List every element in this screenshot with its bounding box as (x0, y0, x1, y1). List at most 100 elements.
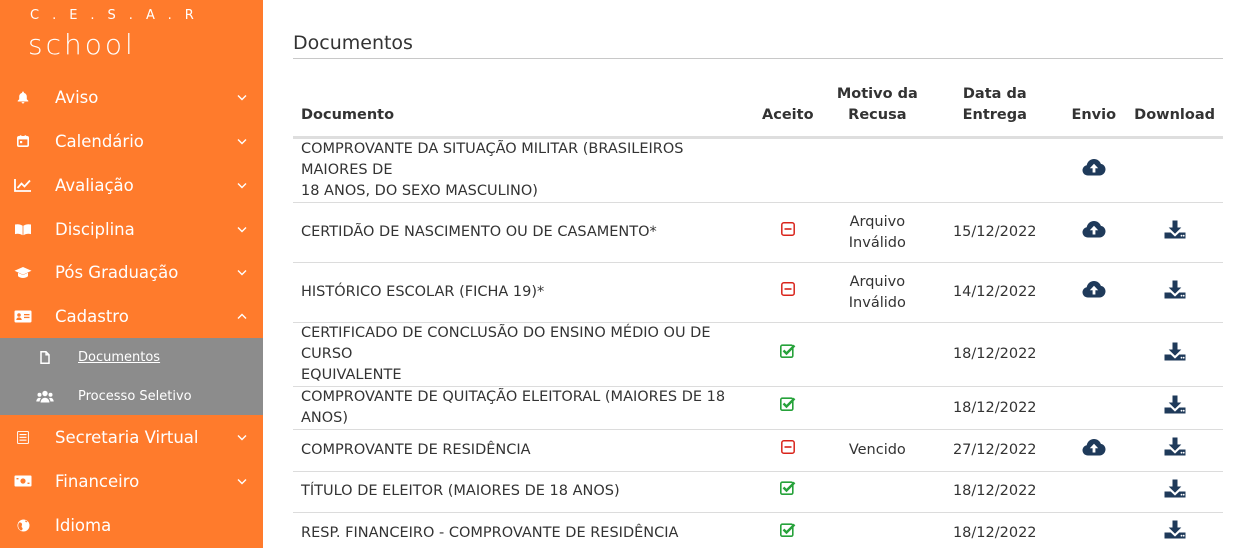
sidebar-item-avaliacao[interactable]: Avaliação (0, 163, 263, 207)
download-icon[interactable] (1164, 342, 1186, 368)
upload-cell (1061, 386, 1127, 430)
document-name-line2: 18 ANOS, DO SEXO MASCULINO) (301, 183, 538, 199)
title-divider (293, 58, 1223, 59)
chevron-down-icon (236, 135, 248, 147)
delivery-date: 14/12/2022 (952, 284, 1037, 300)
delivery-date: 18/12/2022 (952, 524, 1037, 541)
sidebar-item-label: Cadastro (55, 306, 129, 326)
document-name: CERTIDÃO DE NASCIMENTO OU DE CASAMENTO* (301, 224, 657, 240)
sidebar-item-calendario[interactable]: Calendário (0, 119, 263, 163)
sidebar-item-financeiro[interactable]: Financeiro (0, 459, 263, 503)
sidebar-item-label: Avaliação (55, 175, 134, 195)
chevron-down-icon (236, 431, 248, 443)
money-icon (14, 472, 32, 490)
globe-icon (14, 516, 32, 534)
sidebar-item-label: Disciplina (55, 219, 135, 239)
refusal-reason-cell (826, 512, 929, 548)
accepted-cell (749, 137, 827, 203)
refusal-reason: Arquivo (849, 273, 906, 290)
document-name: COMPROVANTE DE QUITAÇÃO ELEITORAL (MAIOR… (301, 389, 726, 426)
document-name: RESP. FINANCEIRO - COMPROVANTE DE RESIDÊ… (301, 524, 679, 541)
cloud-upload-icon[interactable] (1082, 438, 1106, 463)
refusal-reason-cell: Arquivo Inválido (826, 262, 929, 323)
upload-cell (1061, 202, 1127, 263)
sidebar-item-label: Financeiro (55, 471, 140, 491)
id-card-icon (14, 307, 32, 325)
delivery-date-cell: 15/12/2022 (928, 202, 1062, 263)
check-square-icon (779, 344, 796, 365)
document-name-cell: COMPROVANTE DE QUITAÇÃO ELEITORAL (MAIOR… (293, 386, 750, 430)
download-icon[interactable] (1164, 479, 1186, 505)
sidebar-item-cadastro[interactable]: Cadastro (0, 294, 263, 338)
book-open-icon (14, 220, 32, 238)
upload-cell (1061, 471, 1127, 513)
refusal-reason-cell (826, 137, 929, 203)
sidebar: C.E.S.A.R school Aviso Calendário Avalia… (0, 0, 263, 548)
logo-school-text: school (28, 28, 136, 61)
cloud-upload-icon[interactable] (1082, 220, 1106, 245)
cloud-upload-icon[interactable] (1082, 158, 1106, 183)
download-icon[interactable] (1164, 395, 1186, 421)
delivery-date-cell: 18/12/2022 (928, 322, 1062, 387)
delivery-date: 18/12/2022 (952, 399, 1037, 416)
download-icon[interactable] (1164, 520, 1186, 546)
sidebar-item-aviso[interactable]: Aviso (0, 75, 263, 119)
refusal-reason-cell: Vencido (826, 429, 929, 472)
cesar-school-logo[interactable]: C.E.S.A.R school (28, 6, 207, 60)
calendar-icon (14, 132, 32, 150)
document-name: COMPROVANTE DA SITUAÇÃO MILITAR (BRASILE… (301, 141, 684, 178)
delivery-date-cell: 14/12/2022 (928, 262, 1062, 323)
delivery-date-cell: 18/12/2022 (928, 471, 1062, 513)
chevron-down-icon (236, 223, 248, 235)
cloud-upload-icon[interactable] (1082, 280, 1106, 305)
document-name: CERTIFICADO DE CONCLUSÃO DO ENSINO MÉDIO… (301, 325, 711, 362)
download-icon[interactable] (1164, 280, 1186, 306)
delivery-date-cell: 18/12/2022 (928, 512, 1062, 548)
table-row: COMPROVANTE DA SITUAÇÃO MILITAR (BRASILE… (293, 137, 1223, 203)
sidebar-item-label: Aviso (55, 87, 99, 107)
document-name-cell: CERTIDÃO DE NASCIMENTO OU DE CASAMENTO* (293, 202, 750, 263)
sidebar-item-secretaria-virtual[interactable]: Secretaria Virtual (0, 415, 263, 459)
sidebar-item-idioma[interactable]: Idioma (0, 503, 263, 547)
sidebar-item-pos-graduacao[interactable]: Pós Graduação (0, 250, 263, 294)
document-name-cell: CERTIFICADO DE CONCLUSÃO DO ENSINO MÉDIO… (293, 322, 750, 387)
documents-table-body: COMPROVANTE DA SITUAÇÃO MILITAR (BRASILE… (293, 137, 1223, 548)
page-title: Documentos (293, 32, 413, 54)
download-icon[interactable] (1164, 220, 1186, 246)
accepted-cell (749, 386, 827, 430)
download-cell (1126, 262, 1223, 323)
document-name: HISTÓRICO ESCOLAR (FICHA 19)* (301, 284, 545, 300)
header-documento: Documento (293, 84, 750, 139)
download-cell (1126, 429, 1223, 472)
table-row: TÍTULO DE ELEITOR (MAIORES DE 18 ANOS) 18… (293, 471, 1223, 513)
document-name-cell: HISTÓRICO ESCOLAR (FICHA 19)* (293, 262, 750, 323)
accepted-cell (749, 262, 827, 323)
documents-table: Documento Aceito Motivo da Recusa Data da… (293, 84, 1223, 548)
header-motivo-line2: Recusa (848, 107, 907, 123)
delivery-date-cell: 27/12/2022 (928, 429, 1062, 472)
submenu-item-processo-seletivo[interactable]: Processo Seletivo (0, 377, 263, 415)
header-motivo-line1: Motivo da (836, 86, 918, 102)
delivery-date-cell (928, 137, 1062, 203)
accepted-cell (749, 429, 827, 472)
header-data-line1: Data da (962, 86, 1027, 102)
document-name-cell: RESP. FINANCEIRO - COMPROVANTE DE RESIDÊ… (293, 512, 750, 548)
delivery-date-cell: 18/12/2022 (928, 386, 1062, 430)
accepted-cell (749, 202, 827, 263)
table-row: CERTIDÃO DE NASCIMENTO OU DE CASAMENTO* A… (293, 202, 1223, 263)
submenu-item-documentos[interactable]: Documentos (0, 338, 263, 376)
delivery-date: 18/12/2022 (952, 346, 1037, 362)
delivery-date: 18/12/2022 (952, 483, 1037, 500)
download-cell (1126, 512, 1223, 548)
check-square-icon (779, 522, 796, 544)
accepted-cell (749, 512, 827, 548)
download-icon[interactable] (1164, 437, 1186, 463)
table-row: CERTIFICADO DE CONCLUSÃO DO ENSINO MÉDIO… (293, 322, 1223, 387)
minus-square-icon (780, 281, 795, 303)
submenu-item-label: Processo Seletivo (78, 388, 192, 404)
upload-cell (1061, 429, 1127, 472)
sidebar-item-disciplina[interactable]: Disciplina (0, 207, 263, 251)
header-download: Download (1126, 84, 1223, 139)
list-icon (14, 428, 32, 446)
chevron-down-icon (236, 475, 248, 487)
